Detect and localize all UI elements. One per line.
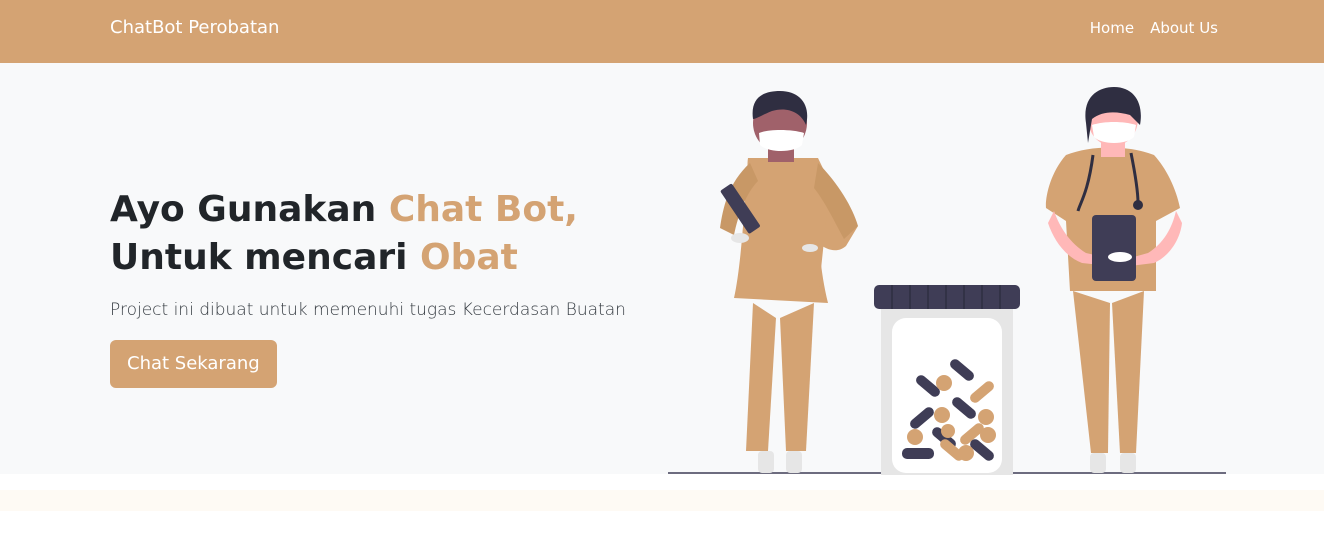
chat-now-button[interactable]: Chat Sekarang: [110, 340, 277, 388]
headline-accent-chat-bot: Chat Bot,: [388, 189, 578, 230]
nav-link-about-us[interactable]: About Us: [1150, 17, 1218, 39]
left-doctor-figure: [720, 91, 858, 473]
nav-links: Home About Us: [1090, 17, 1218, 39]
brand-link[interactable]: ChatBot Perobatan: [110, 15, 279, 41]
medicine-jar: [874, 285, 1020, 475]
nav-link-home[interactable]: Home: [1090, 17, 1134, 39]
section-divider-strip: [0, 490, 1324, 511]
doctors-illustration: [668, 63, 1228, 475]
navbar: ChatBot Perobatan Home About Us: [0, 0, 1324, 63]
headline-text-2: Untuk mencari: [110, 237, 420, 278]
hero-headline: Ayo Gunakan Chat Bot, Untuk mencari Obat: [110, 186, 670, 282]
hero-subtitle: Project ini dibuat untuk memenuhi tugas …: [110, 300, 626, 320]
hero-text: Ayo Gunakan Chat Bot, Untuk mencari Obat…: [110, 186, 670, 388]
right-doctor-figure: [1045, 87, 1182, 473]
headline-text-1: Ayo Gunakan: [110, 189, 389, 230]
headline-accent-obat: Obat: [420, 237, 518, 278]
